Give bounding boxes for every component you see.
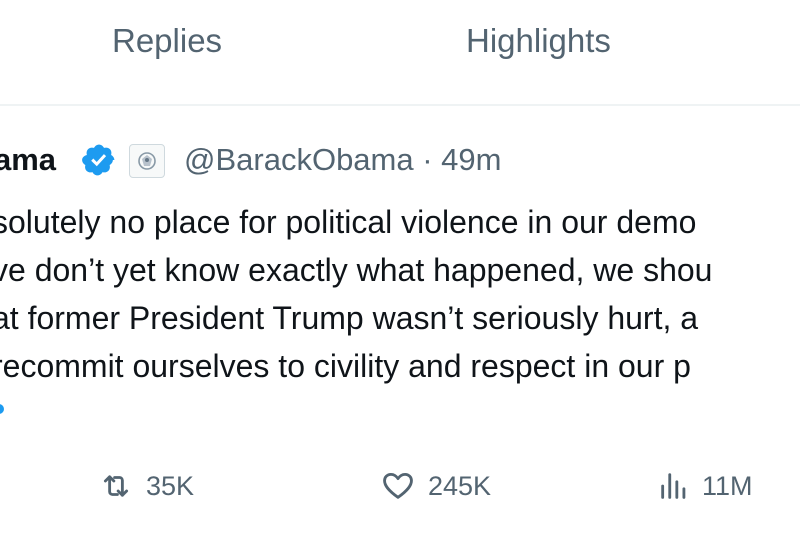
post-body-line: ve don’t yet know exactly what happened,… — [0, 252, 713, 288]
tab-replies[interactable]: Replies — [112, 22, 222, 60]
verified-badge-icon[interactable] — [81, 142, 117, 178]
post-body-line: at former President Trump wasn’t serious… — [0, 300, 699, 336]
post-body-line: recommit ourselves to civility and respe… — [0, 348, 691, 384]
like-count: 245K — [428, 470, 492, 501]
repost-icon — [103, 475, 129, 497]
post-body: solutely no place for political violence… — [0, 198, 800, 390]
post-header: ama @BarackObama · 49m — [0, 140, 800, 184]
repost-count: 35K — [146, 470, 195, 501]
tab-highlights[interactable]: Highlights — [466, 22, 611, 60]
divider — [0, 104, 800, 106]
post-body-line: solutely no place for political violence… — [0, 204, 697, 240]
views-button[interactable]: 11M — [656, 464, 753, 508]
views-count: 11M — [702, 470, 753, 501]
like-button[interactable]: 245K — [378, 464, 491, 508]
action-bar: 35K 245K 11M — [0, 464, 800, 508]
author-name[interactable]: ama — [0, 142, 56, 178]
heart-icon — [383, 472, 413, 499]
handle-and-time[interactable]: @BarackObama · 49m — [184, 142, 501, 178]
affiliation-badge-icon[interactable] — [129, 144, 165, 178]
show-more-link[interactable] — [0, 404, 4, 414]
tab-bar: Replies Highlights — [0, 0, 800, 104]
repost-button[interactable]: 35K — [96, 464, 194, 508]
bar-chart-icon — [661, 473, 686, 499]
